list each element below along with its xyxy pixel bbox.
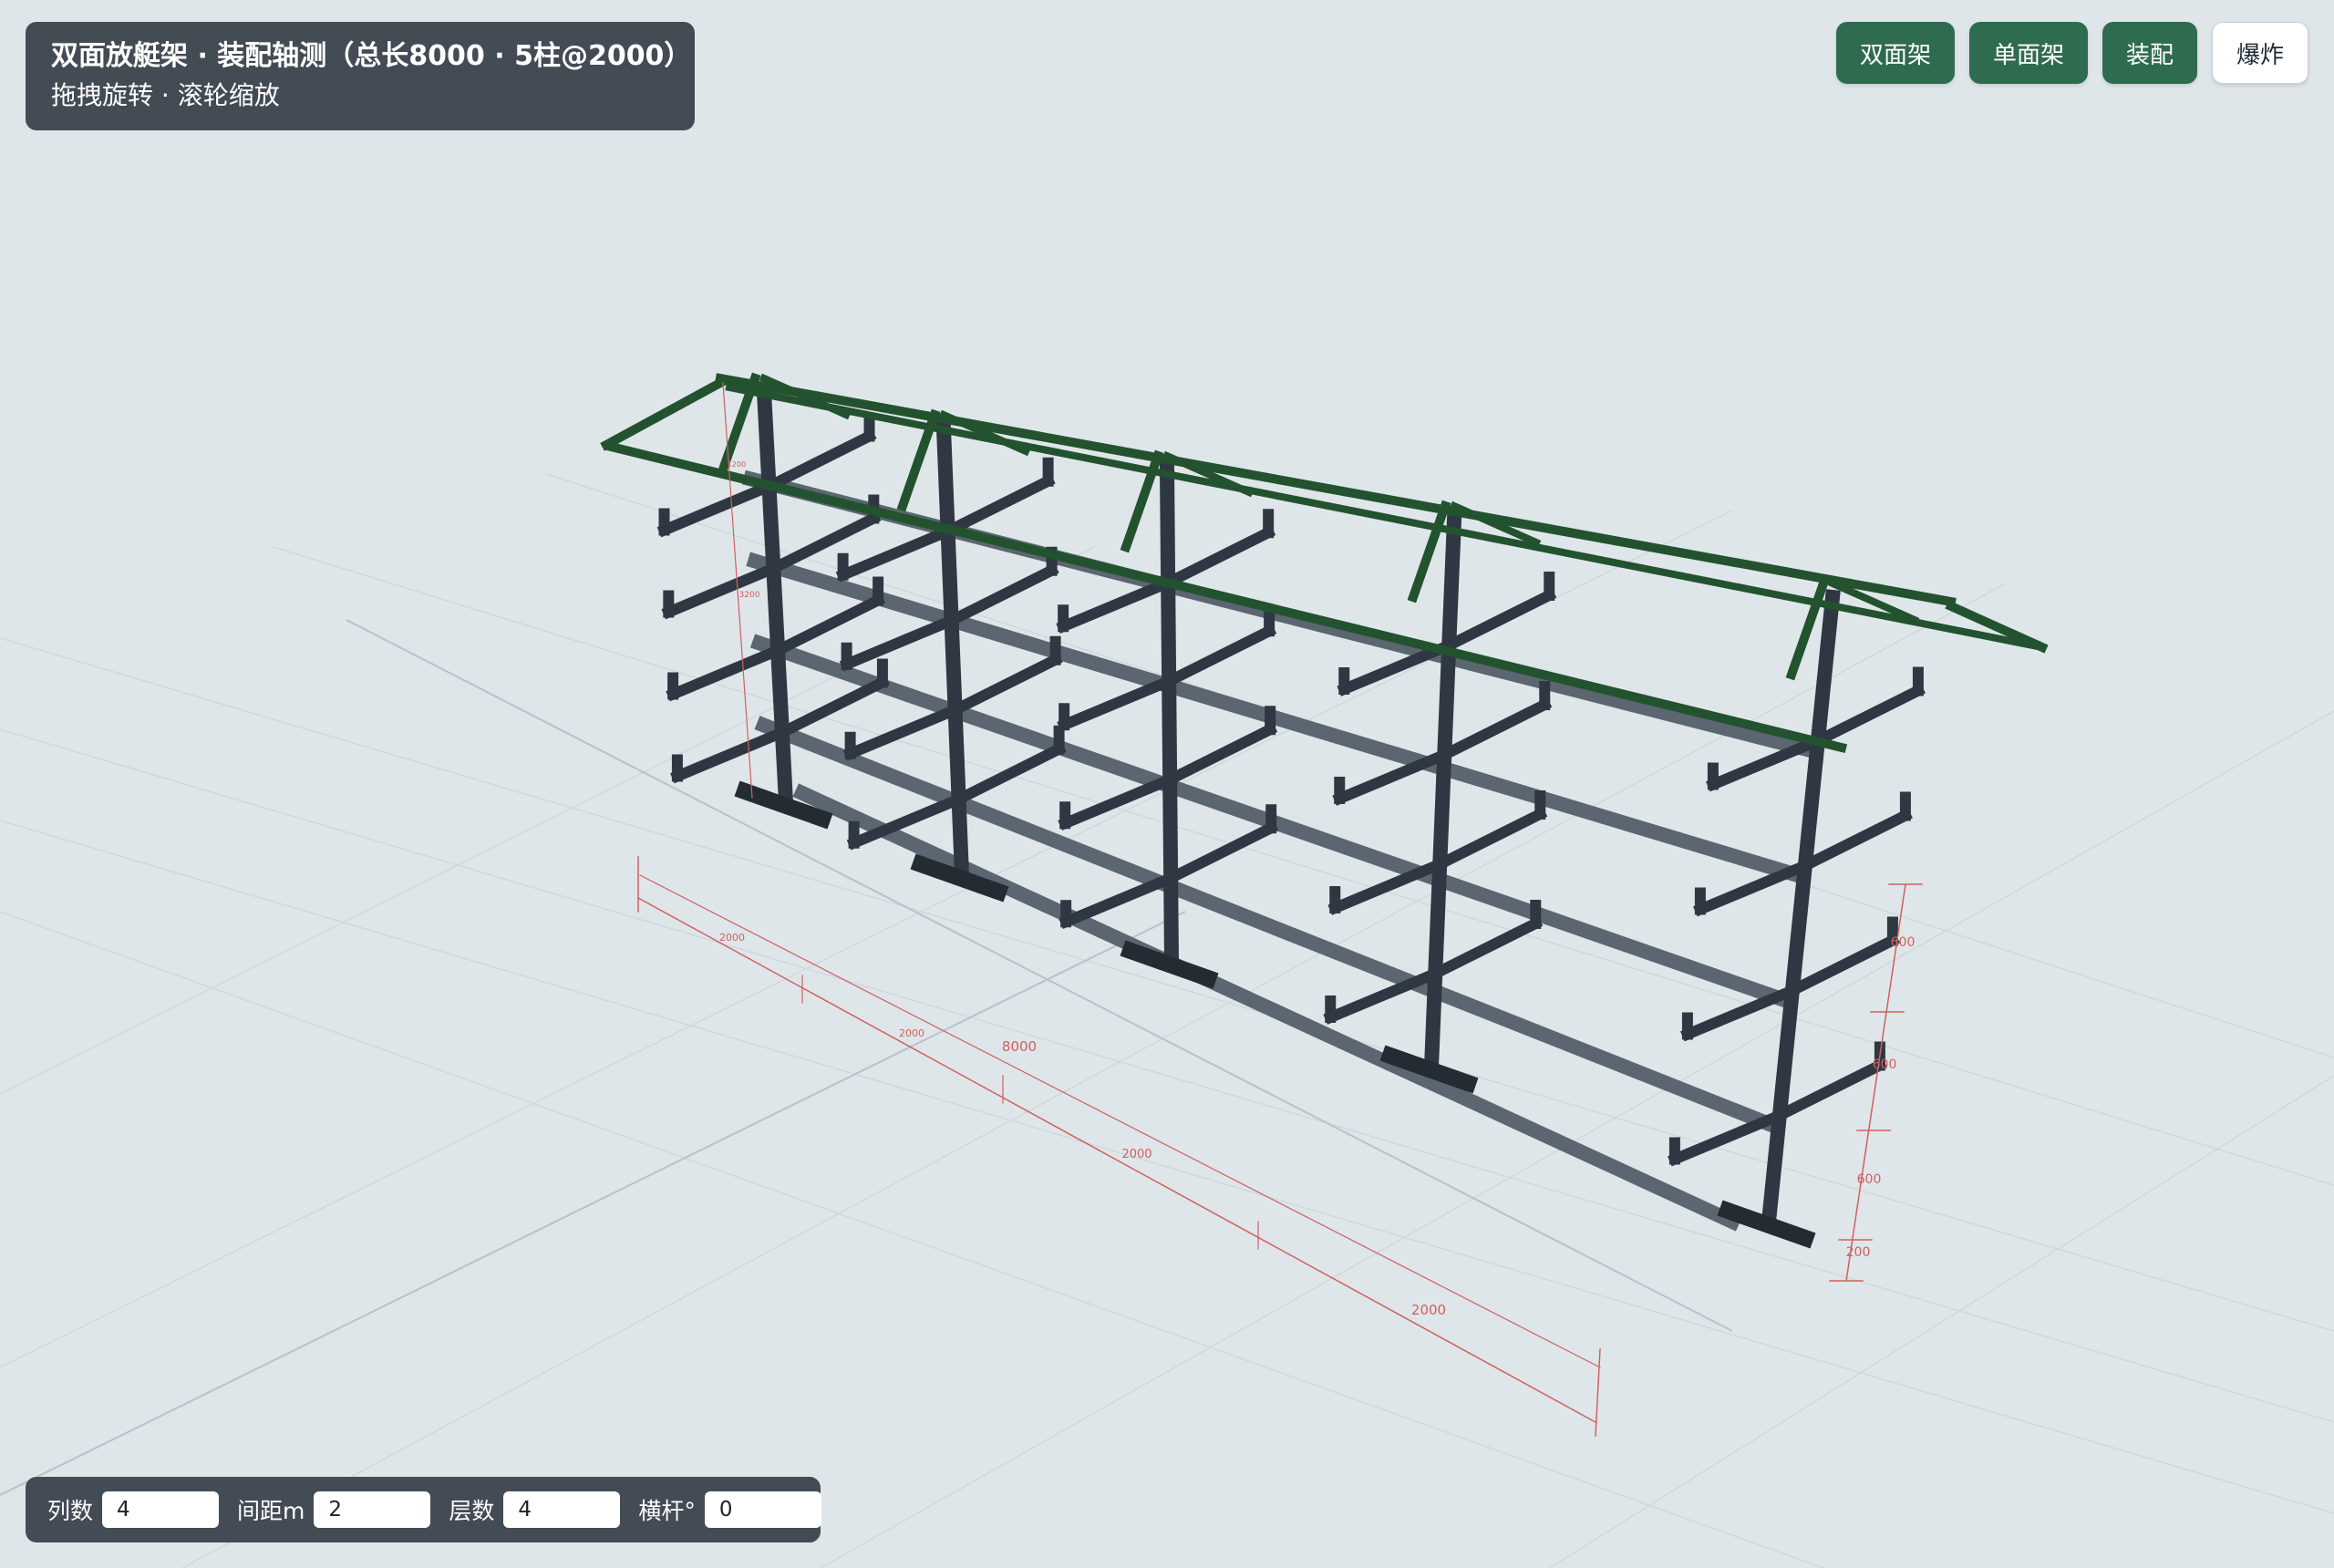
arm-back-c5-l4 xyxy=(1668,1108,1787,1167)
column-4 xyxy=(1423,511,1462,1075)
axis-line xyxy=(346,619,1733,1332)
arm-front-c3-l3 xyxy=(1162,722,1278,788)
roof-rafter-4 xyxy=(1407,500,1451,603)
arm-back-c3-l2 xyxy=(1057,674,1176,733)
dim-level-1: 600 xyxy=(1891,935,1916,950)
arm-front-c3-l4 xyxy=(1163,820,1279,886)
arm-front-c1-l3 xyxy=(770,593,886,658)
arm-back-c3-l3 xyxy=(1058,772,1177,831)
column-3 xyxy=(1159,461,1180,970)
arm-front-c2-l1 xyxy=(940,473,1056,539)
arm-front-c4-l1 xyxy=(1441,587,1557,654)
dim-span-4: 2000 xyxy=(1411,1302,1446,1318)
layers-label: 层数 xyxy=(449,1498,495,1524)
arm-back-c3-l4 xyxy=(1059,871,1178,930)
arm-back-c1-l4 xyxy=(670,725,790,784)
cantilever-arms xyxy=(656,412,1926,1167)
viewport-3d[interactable]: 8000 2000 2000 2000 2000 3200 1200 600 600 600 200 xyxy=(0,0,2334,1568)
dim-height-total: 3200 xyxy=(739,591,760,600)
arm-front-c5-l2 xyxy=(1797,808,1913,873)
rail-level-4 xyxy=(754,716,1781,1134)
arm-front-c2-l2 xyxy=(944,562,1059,628)
arm-back-c4-l2 xyxy=(1332,748,1452,806)
arm-back-c3-l1 xyxy=(1056,575,1175,634)
arm-back-c5-l2 xyxy=(1693,858,1812,917)
param-columns: 列数 xyxy=(47,1491,220,1528)
bar-angle-input[interactable] xyxy=(704,1491,821,1528)
arm-back-c1-l1 xyxy=(656,479,777,538)
page-subtitle: 拖拽旋转 · 滚轮缩放 xyxy=(51,80,280,110)
arm-front-c4-l2 xyxy=(1437,696,1553,763)
arm-front-c5-l4 xyxy=(1771,1057,1887,1123)
page-title: 双面放艇架 · 装配轴测（总长8000 · 5柱@2000） xyxy=(51,40,692,72)
arm-back-c5-l1 xyxy=(1706,733,1825,792)
arm-front-c1-l2 xyxy=(766,511,882,576)
dim-span-3: 2000 xyxy=(1121,1148,1152,1161)
arm-front-c3-l1 xyxy=(1161,525,1276,591)
roof-gable-left xyxy=(600,377,727,451)
column-5 xyxy=(1761,589,1841,1230)
columns-label: 列数 xyxy=(47,1498,94,1524)
param-spacing: 间距m xyxy=(237,1491,431,1528)
dim-tick-end xyxy=(1595,1348,1601,1437)
dim-roof-height: 1200 xyxy=(728,460,746,469)
arm-front-c3-l2 xyxy=(1162,624,1277,689)
single-rack-button[interactable]: 单面架 xyxy=(1968,22,2088,84)
spacing-label: 间距m xyxy=(237,1498,305,1524)
dim-span-2: 2000 xyxy=(899,1027,924,1039)
param-layers: 层数 xyxy=(449,1491,621,1528)
arm-back-c4-l3 xyxy=(1327,857,1448,915)
arm-front-c4-l3 xyxy=(1432,806,1548,872)
parameter-panel: 列数 间距m 层数 横杆° xyxy=(26,1477,821,1542)
param-bar-angle: 横杆° xyxy=(638,1491,821,1528)
explode-button[interactable]: 爆炸 xyxy=(2211,22,2308,84)
bar-angle-label: 横杆° xyxy=(638,1498,696,1524)
arm-back-c1-l3 xyxy=(666,643,785,702)
arm-back-c2-l2 xyxy=(839,613,959,672)
columns-input[interactable] xyxy=(102,1491,220,1528)
arm-back-c2-l3 xyxy=(842,702,963,761)
double-rack-button[interactable]: 双面架 xyxy=(1835,22,1955,84)
arm-back-c4-l4 xyxy=(1323,966,1443,1025)
dim-total-length: 8000 xyxy=(1002,1038,1037,1055)
assembly-button[interactable]: 装配 xyxy=(2102,22,2197,84)
axis-line-2 xyxy=(0,911,1186,1496)
arm-front-c2-l3 xyxy=(947,652,1063,717)
arm-front-c5-l3 xyxy=(1784,933,1900,998)
longitudinal-beams xyxy=(741,469,1818,1232)
arm-front-c1-l1 xyxy=(761,428,877,494)
view-toolbar: 双面架 单面架 装配 爆炸 xyxy=(1835,22,2308,84)
layers-input[interactable] xyxy=(503,1491,621,1528)
dim-level-3: 600 xyxy=(1857,1172,1882,1187)
dim-level-2: 600 xyxy=(1873,1057,1897,1072)
spacing-input[interactable] xyxy=(314,1491,431,1528)
arm-back-c2-l1 xyxy=(835,523,955,583)
arm-front-c1-l4 xyxy=(774,675,890,740)
dim-level-4: 200 xyxy=(1846,1245,1871,1260)
title-panel: 双面放艇架 · 装配轴测（总长8000 · 5柱@2000） 拖拽旋转 · 滚轮… xyxy=(26,22,695,130)
dim-line-spans xyxy=(639,874,1601,1368)
arm-front-c5-l1 xyxy=(1810,683,1926,748)
arm-front-c2-l4 xyxy=(951,741,1067,807)
arm-front-c4-l4 xyxy=(1428,915,1544,982)
dim-span-1: 2000 xyxy=(719,932,745,944)
